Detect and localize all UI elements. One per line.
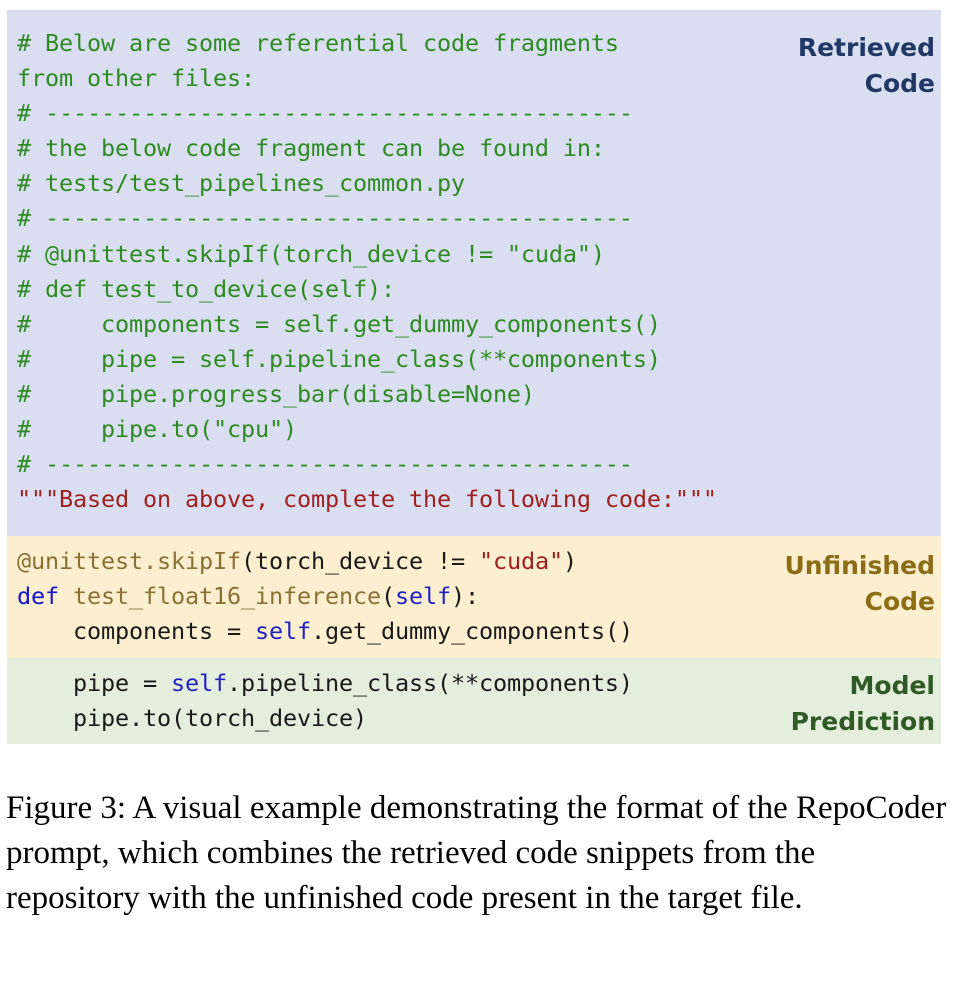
unfinished-line2-paren-close: ): [450, 582, 479, 611]
retrieved-code-label: Retrieved Code [797, 33, 935, 98]
unfinished-line1-open: (torch_device != [240, 547, 479, 575]
model-prediction-label: Model Prediction [790, 671, 935, 736]
retrieved-line-7: # def test_to_device(self): [17, 274, 395, 303]
unfinished-code-label: Unfinished Code [784, 551, 935, 616]
figure-container: Retrieved Code # Below are some referent… [7, 10, 941, 744]
prediction-line1-rest: .pipeline_class(**components) [226, 669, 633, 697]
unfinished-line1-close: ) [562, 547, 577, 575]
unfinished-def-keyword: def [17, 582, 59, 611]
unfinished-line3-indent: components = [17, 617, 255, 646]
unfinished-func-name: test_float16_inference [59, 582, 381, 611]
retrieved-line-3: # the below code fragment can be found i… [17, 134, 605, 163]
retrieved-code-panel: Retrieved Code # Below are some referent… [7, 10, 941, 536]
model-prediction-panel: Model Prediction pipe = self.pipeline_cl… [7, 658, 941, 744]
unfinished-line2-paren-open: ( [380, 582, 395, 611]
unfinished-line3-self: self [254, 617, 311, 646]
retrieved-line-9: # pipe = self.pipeline_class(**component… [17, 344, 661, 373]
unfinished-code-panel: Unfinished Code @unittest.skipIf(torch_d… [7, 536, 941, 658]
retrieved-line-10: # pipe.progress_bar(disable=None) [17, 379, 535, 408]
unfinished-line1-string: "cuda" [478, 547, 563, 575]
unfinished-line3-rest: .get_dummy_components() [310, 617, 633, 646]
retrieved-docstring-line: """Based on above, complete the followin… [17, 485, 717, 514]
unfinished-decorator: @unittest.skipIf [17, 547, 241, 575]
retrieved-line-11: # pipe.to("cpu") [17, 415, 297, 444]
unfinished-line2-self: self [394, 582, 451, 611]
retrieved-line-12: # --------------------------------------… [17, 450, 633, 479]
retrieved-line-2: # --------------------------------------… [17, 99, 633, 128]
prediction-line1-self: self [170, 669, 227, 697]
retrieved-line-4: # tests/test_pipelines_common.py [17, 169, 465, 198]
retrieved-line-5: # --------------------------------------… [17, 204, 633, 233]
retrieved-line-6: # @unittest.skipIf(torch_device != "cuda… [17, 239, 605, 268]
retrieved-line-1: from other files: [17, 64, 255, 93]
retrieved-line-0: # Below are some referential code fragme… [17, 29, 619, 57]
figure-caption: Figure 3: A visual example demonstrating… [6, 790, 947, 916]
prediction-line1-indent: pipe = [17, 669, 171, 697]
retrieved-line-8: # components = self.get_dummy_components… [17, 309, 661, 338]
prediction-line2: pipe.to(torch_device) [17, 704, 367, 733]
